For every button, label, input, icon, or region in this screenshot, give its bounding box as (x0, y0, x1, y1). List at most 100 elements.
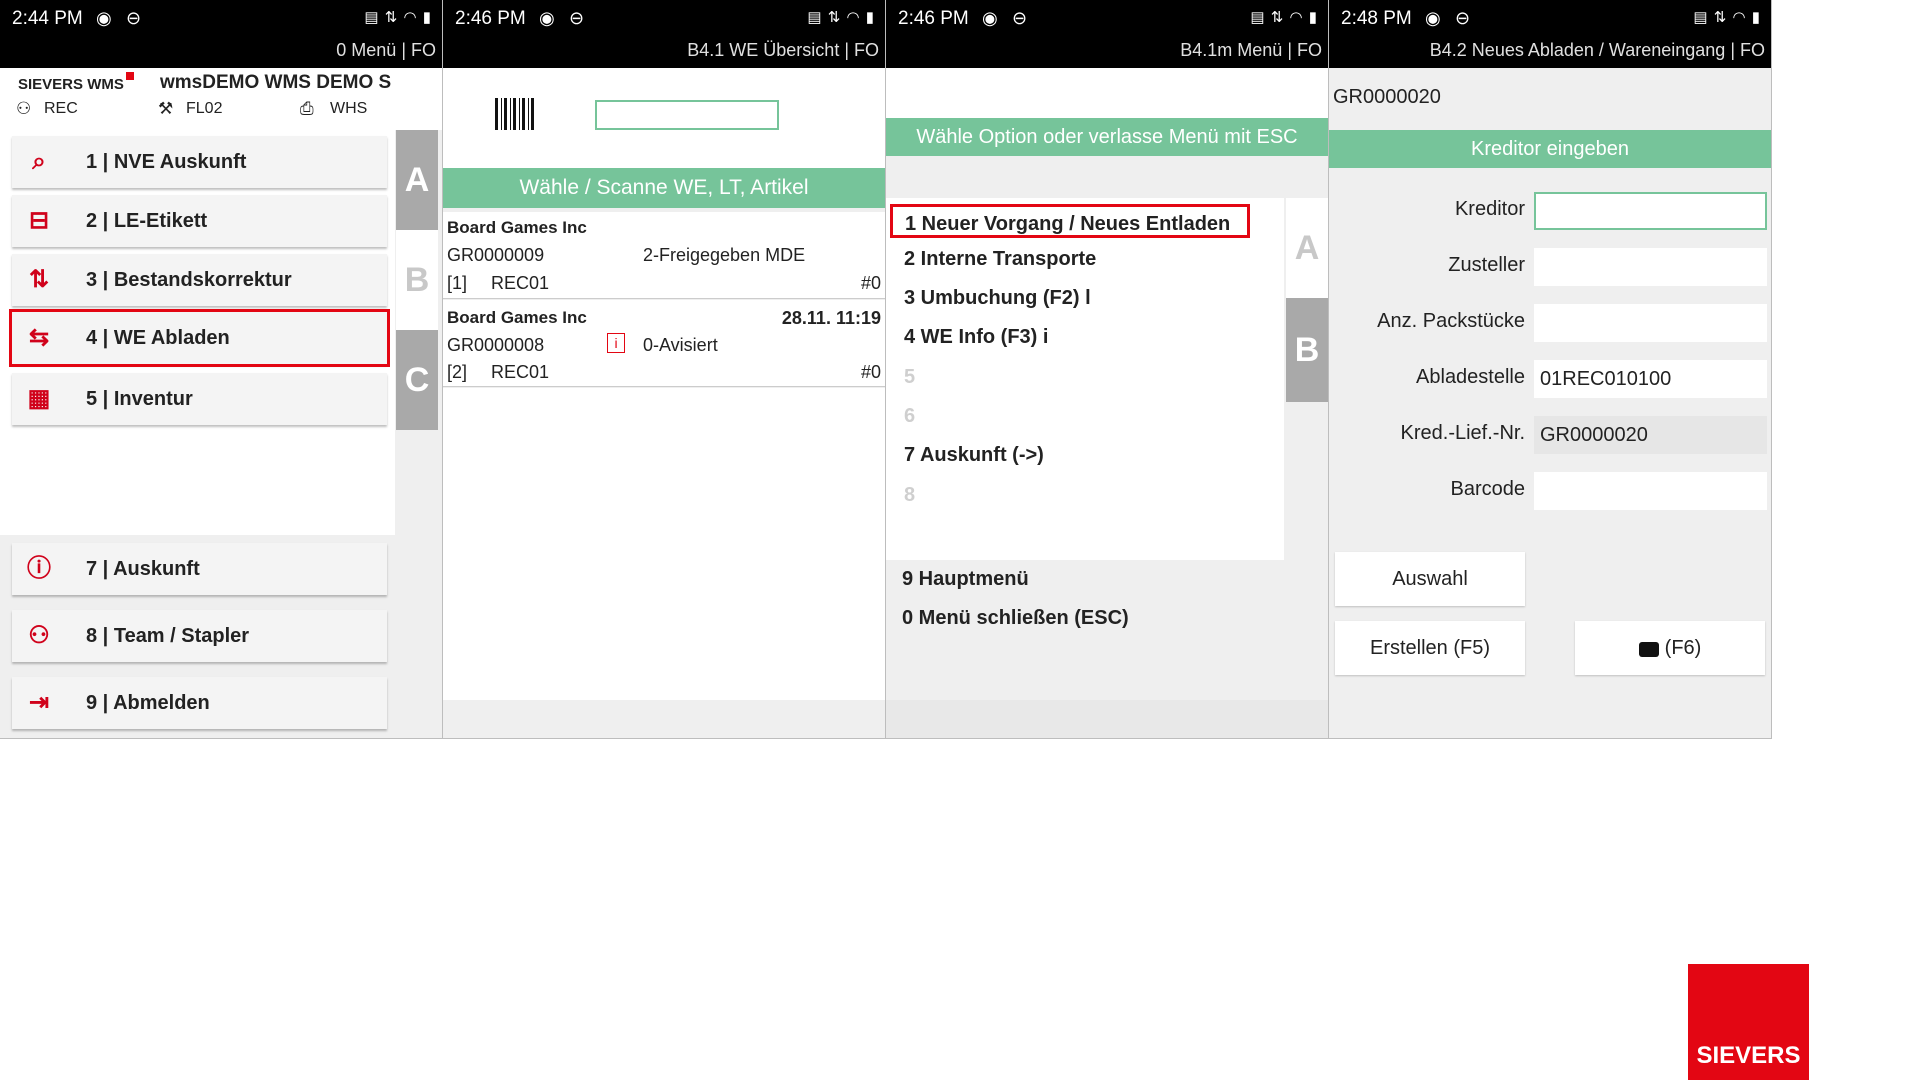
field-label-barcode: Barcode (1450, 478, 1526, 500)
option-8: 8 (904, 484, 916, 506)
auswahl-button[interactable]: Auswahl (1335, 552, 1525, 606)
item-status: 2-Freigegeben MDE (643, 245, 806, 265)
item-date: 28.11. 11:19 (781, 308, 881, 328)
list-item[interactable]: Board Games Inc 28.11. 11:19 GR0000008 i… (443, 300, 885, 387)
screen-subtitle: B4.1m Menü | FO (1180, 40, 1322, 60)
status-time: 2:48 PM (1341, 8, 1412, 29)
printer-icon: ⎙ (300, 99, 314, 118)
menu-item-label: 2 | LE-Etikett (86, 209, 208, 232)
list-item[interactable]: Board Games Inc GR0000009 2-Freigegeben … (443, 212, 885, 299)
option-we-info[interactable]: 4 WE Info (F3) i (904, 326, 1048, 349)
field-label-packstuecke: Anz. Packstücke (1377, 310, 1525, 332)
menu-item-abmelden[interactable]: ⇥ 9 | Abmelden (12, 677, 387, 729)
eye-icon: ◉ (96, 8, 112, 28)
signal-battery-icons: ▤ ⇅ ◠ ▮ (364, 9, 432, 26)
menu-item-auskunft[interactable]: ⓘ 7 | Auskunft (12, 543, 387, 595)
scan-prompt: Wähle / Scanne WE, LT, Artikel (443, 168, 885, 208)
item-position: [2] (447, 362, 468, 382)
option-neuer-vorgang[interactable]: 1 Neuer Vorgang / Neues Entladen (890, 204, 1250, 238)
tab-c[interactable]: C (396, 330, 438, 430)
screen-main-menu: 2:44 PM ◉ ⊖ ▤ ⇅ ◠ ▮ 0 Menü | FO SIEVERS … (0, 0, 443, 739)
menu-item-team-stapler[interactable]: ⚇ 8 | Team / Stapler (12, 610, 387, 662)
menu-item-label: 1 | NVE Auskunft (86, 150, 247, 173)
tab-a[interactable]: A (396, 130, 438, 230)
brand-label: SIEVERS WMS (18, 76, 124, 93)
tab-b[interactable]: B (396, 230, 438, 330)
sievers-logo: SIEVERS (1688, 964, 1809, 1080)
team-icon: ⚇ (28, 622, 50, 649)
updown-icon: ⇅ (28, 266, 50, 293)
item-id: GR0000008 (447, 335, 545, 355)
item-location: REC01 (491, 362, 550, 382)
option-umbuchung[interactable]: 3 Umbuchung (F2) l (904, 287, 1091, 310)
barcode-icon[interactable] (495, 98, 535, 130)
menu-item-le-etikett[interactable]: ⊟ 2 | LE-Etikett (12, 195, 387, 247)
bottom-bar (886, 700, 1328, 738)
erstellen-button[interactable]: Erstellen (F5) (1335, 621, 1525, 675)
sync-icon: ⊖ (1012, 8, 1028, 28)
camera-button[interactable]: (F6) (1575, 621, 1765, 675)
barcode-field[interactable] (1534, 472, 1767, 510)
menu-item-label: 7 | Auskunft (86, 557, 200, 580)
item-company: Board Games Inc (447, 218, 587, 237)
abladestelle-field[interactable]: 01REC010100 (1534, 360, 1767, 398)
kred-lief-nr-field: GR0000020 (1534, 416, 1767, 454)
status-bar: 2:46 PM ◉ ⊖ ▤ ⇅ ◠ ▮ B4.1m Menü | FO (886, 0, 1328, 68)
eye-icon: ◉ (982, 8, 998, 28)
info-icon[interactable]: i (607, 333, 625, 353)
screen-we-overview: 2:46 PM ◉ ⊖ ▤ ⇅ ◠ ▮ B4.1 WE Übersicht | … (443, 0, 886, 739)
app-header: SIEVERS WMS wmsDEMO WMS DEMO S ⚇ REC ⚒ F… (0, 68, 442, 130)
item-number: #0 (860, 362, 881, 382)
camera-button-label: (F6) (1664, 636, 1702, 659)
item-position: [1] (447, 273, 468, 293)
screen-we-menu: 2:46 PM ◉ ⊖ ▤ ⇅ ◠ ▮ B4.1m Menü | FO Wähl… (886, 0, 1329, 739)
menu-item-label: 5 | Inventur (86, 387, 193, 410)
menu-item-label: 8 | Team / Stapler (86, 624, 250, 647)
kreditor-field[interactable] (1534, 192, 1767, 230)
top-blank (886, 68, 1328, 118)
sync-icon: ⊖ (126, 8, 142, 28)
status-bar: 2:46 PM ◉ ⊖ ▤ ⇅ ◠ ▮ B4.1 WE Übersicht | … (443, 0, 885, 68)
signal-battery-icons: ▤ ⇅ ◠ ▮ (807, 9, 875, 26)
item-location: REC01 (491, 273, 550, 293)
logout-icon: ⇥ (28, 689, 50, 716)
tab-a[interactable]: A (1286, 198, 1328, 298)
user-icon: ⚇ (16, 99, 32, 118)
sync-icon: ⊖ (569, 8, 585, 28)
field-label-kred-lief-nr: Kred.-Lief.-Nr. (1400, 422, 1525, 444)
menu-prompt: Wähle Option oder verlasse Menü mit ESC (886, 118, 1328, 156)
item-number: #0 (860, 273, 881, 293)
sync-icon: ⊖ (1455, 8, 1471, 28)
scan-input[interactable] (595, 100, 779, 130)
menu-item-we-abladen[interactable]: ⇆ 4 | WE Abladen (9, 309, 390, 367)
zusteller-field[interactable] (1534, 248, 1767, 286)
status-time: 2:46 PM (455, 8, 526, 29)
info-location: REC (44, 100, 78, 117)
menu-item-nve-auskunft[interactable]: ⌕ 1 | NVE Auskunft (12, 136, 387, 188)
label-icon: ⊟ (28, 207, 50, 234)
tab-b[interactable]: B (1286, 298, 1328, 402)
packstuecke-field[interactable] (1534, 304, 1767, 342)
truck-icon: ⇆ (28, 324, 50, 351)
eye-icon: ◉ (539, 8, 555, 28)
item-company: Board Games Inc (447, 308, 587, 327)
screen-subtitle: B4.2 Neues Abladen / Wareneingang | FO (1429, 40, 1765, 60)
option-menue-schliessen[interactable]: 0 Menü schließen (ESC) (902, 607, 1129, 630)
eye-icon: ◉ (1425, 8, 1441, 28)
section-title: Kreditor eingeben (1329, 130, 1771, 168)
info-forklift: FL02 (186, 100, 223, 117)
doc-id: GR0000020 (1333, 86, 1441, 108)
app-title: wmsDEMO WMS DEMO S (160, 72, 392, 93)
status-time: 2:46 PM (898, 8, 969, 29)
signal-battery-icons: ▤ ⇅ ◠ ▮ (1693, 9, 1761, 26)
option-auskunft[interactable]: 7 Auskunft (->) (904, 444, 1044, 467)
menu-item-inventur[interactable]: ▦ 5 | Inventur (12, 373, 387, 425)
brand-mark-icon (126, 72, 134, 80)
menu-item-bestandskorrektur[interactable]: ⇅ 3 | Bestandskorrektur (12, 254, 387, 306)
info-icon: ⓘ (27, 555, 51, 582)
option-interne-transporte[interactable]: 2 Interne Transporte (904, 248, 1096, 271)
option-hauptmenue[interactable]: 9 Hauptmenü (902, 568, 1029, 591)
status-bar: 2:48 PM ◉ ⊖ ▤ ⇅ ◠ ▮ B4.2 Neues Abladen /… (1329, 0, 1771, 68)
item-id: GR0000009 (447, 245, 545, 265)
forklift-icon: ⚒ (158, 99, 174, 118)
